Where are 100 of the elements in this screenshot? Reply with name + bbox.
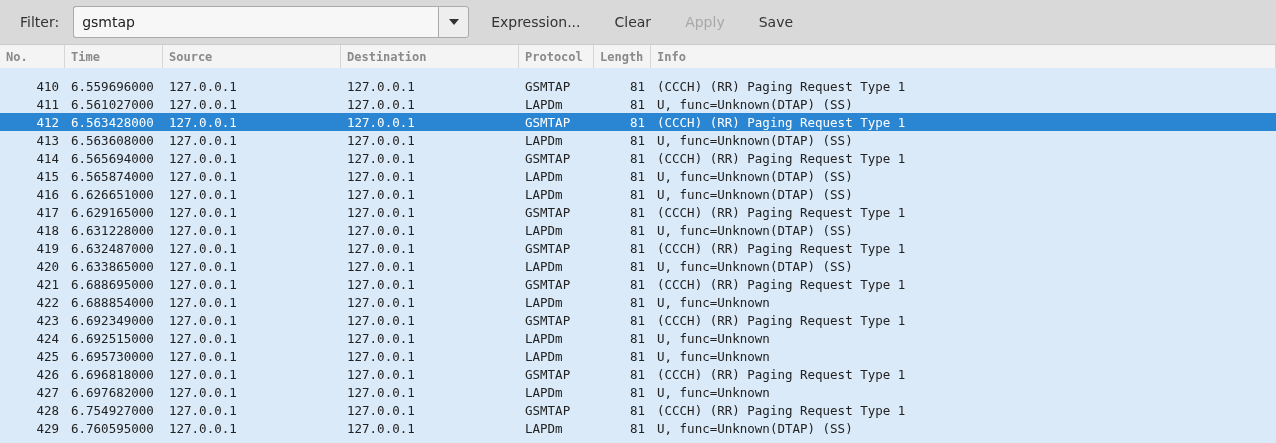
table-cell-text: 6.631228000: [70, 222, 155, 238]
table-cell-text: U, func=Unknown(DTAP) (SS): [656, 132, 854, 148]
table-cell-text: LAPDm: [524, 258, 564, 274]
table-cell-text: 81: [628, 186, 646, 202]
table-cell-text: 127.0.0.1: [346, 420, 416, 436]
table-cell-text: 127.0.0.1: [168, 276, 238, 292]
table-cell-text: LAPDm: [524, 294, 564, 310]
table-cell-text: LAPDm: [524, 186, 564, 202]
table-cell-text: U, func=Unknown(DTAP) (SS): [656, 168, 854, 184]
filter-field[interactable]: gsmtap: [73, 6, 439, 38]
table-cell-text: 6.692515000: [70, 330, 155, 346]
table-cell-text: 127.0.0.1: [346, 384, 416, 400]
table-cell-text: 422: [35, 294, 60, 310]
table-cell-text: 6.688854000: [70, 294, 155, 310]
table-cell-text: 127.0.0.1: [168, 402, 238, 418]
table-cell-text: (CCCH) (RR) Paging Request Type 1: [656, 276, 907, 292]
table-cell-text: 416: [35, 186, 60, 202]
toolbar-button[interactable]: Clear: [600, 10, 666, 34]
table-cell-text: 81: [628, 402, 646, 418]
table-cell-text: 127.0.0.1: [346, 240, 416, 256]
table-cell-text: 81: [628, 330, 646, 346]
dropdown-button[interactable]: [438, 6, 470, 38]
table-cell-text: 127.0.0.1: [346, 168, 416, 184]
table-cell-text: LAPDm: [524, 348, 564, 364]
table-cell-text: 127.0.0.1: [346, 204, 416, 220]
table-cell-text: (CCCH) (RR) Paging Request Type 1: [656, 150, 907, 166]
table-cell-text: 419: [35, 240, 60, 256]
table-cell-text: LAPDm: [524, 168, 564, 184]
table-cell-text: 411: [35, 96, 60, 112]
table-cell-text: 81: [628, 150, 646, 166]
toolbar-button[interactable]: Expression...: [477, 10, 595, 34]
table-cell-text: 6.697682000: [70, 384, 155, 400]
table-cell-text: 415: [35, 168, 60, 184]
table-cell-text: GSMTAP: [524, 204, 572, 220]
caret-icon: [448, 19, 459, 25]
table-cell-text: 420: [35, 258, 60, 274]
table-cell-text: 6.760595000: [70, 420, 155, 436]
table-cell-text: LAPDm: [524, 96, 564, 112]
table-cell-text: 426: [35, 366, 60, 382]
table-cell-text: 127.0.0.1: [346, 78, 416, 94]
table-cell-text: GSMTAP: [524, 276, 572, 292]
table-cell-text: 81: [628, 276, 646, 292]
table-cell-text: U, func=Unknown(DTAP) (SS): [656, 222, 854, 238]
table-cell-text: 429: [35, 420, 60, 436]
toolbar-button[interactable]: Save: [744, 10, 808, 34]
table-cell-text: U, func=Unknown(DTAP) (SS): [656, 96, 854, 112]
table-cell-text: 81: [628, 312, 646, 328]
table-cell-text: LAPDm: [524, 222, 564, 238]
table-cell-text: 424: [35, 330, 60, 346]
table-cell-text: 127.0.0.1: [346, 96, 416, 112]
table-cell-text: 414: [35, 150, 60, 166]
table-cell-text: (CCCH) (RR) Paging Request Type 1: [656, 204, 907, 220]
table-cell-text: 127.0.0.1: [168, 150, 238, 166]
table-cell-text: 127.0.0.1: [346, 366, 416, 382]
table-cell-text: 127.0.0.1: [168, 78, 238, 94]
table-cell-text: (CCCH) (RR) Paging Request Type 1: [656, 312, 907, 328]
table-cell-text: LAPDm: [524, 384, 564, 400]
table-cell-text: 127.0.0.1: [168, 96, 238, 112]
table-cell-text: 81: [628, 222, 646, 238]
table-cell-text: 428: [35, 402, 60, 418]
table-cell-text: 127.0.0.1: [168, 222, 238, 238]
table-cell-text: GSMTAP: [524, 114, 572, 130]
table-cell-text: U, func=Unknown: [656, 294, 771, 310]
table-cell-text: 127.0.0.1: [168, 384, 238, 400]
table-cell-text: 127.0.0.1: [346, 330, 416, 346]
table-cell-text: GSMTAP: [524, 78, 572, 94]
table-cell-text: (CCCH) (RR) Paging Request Type 1: [656, 366, 907, 382]
table-cell-text: 81: [628, 348, 646, 364]
table-cell-text: 127.0.0.1: [346, 150, 416, 166]
table-cell-text: 6.696818000: [70, 366, 155, 382]
table-cell-text: 127.0.0.1: [346, 348, 416, 364]
table-cell-text: (CCCH) (RR) Paging Request Type 1: [656, 78, 907, 94]
table-cell-text: 127.0.0.1: [168, 132, 238, 148]
table-cell-text: U, func=Unknown(DTAP) (SS): [656, 186, 854, 202]
table-cell-text: 6.688695000: [70, 276, 155, 292]
table-cell-text: 127.0.0.1: [346, 312, 416, 328]
table-cell-text: 412: [35, 114, 60, 130]
packet-row[interactable]: 412 6.563428000 127.0.0.1 127.0.0.1 GSMTAP 81 (CCCH) (RR) Paging Request Type 1: [0, 113, 1276, 131]
table-cell-text: 127.0.0.1: [168, 240, 238, 256]
table-cell-text: 127.0.0.1: [346, 402, 416, 418]
table-cell-text: 413: [35, 132, 60, 148]
table-cell-text: LAPDm: [524, 420, 564, 436]
table-cell-text: 81: [628, 420, 646, 436]
table-cell-text: 127.0.0.1: [168, 114, 238, 130]
table-cell-text: U, func=Unknown: [656, 330, 771, 346]
table-cell-text: U, func=Unknown: [656, 348, 771, 364]
table-cell-text: 6.629165000: [70, 204, 155, 220]
table-cell-text: 127.0.0.1: [168, 330, 238, 346]
table-cell-text: 417: [35, 204, 60, 220]
table-cell-text: 127.0.0.1: [346, 258, 416, 274]
table-cell-text: 127.0.0.1: [168, 258, 238, 274]
table-cell-text: 81: [628, 294, 646, 310]
table-cell-text: 81: [628, 258, 646, 274]
table-cell-text: 425: [35, 348, 60, 364]
filter-label: Filter:: [20, 14, 60, 30]
table-cell-text: 6.563608000: [70, 132, 155, 148]
table-cell-text: 410: [35, 78, 60, 94]
table-cell-text: 127.0.0.1: [168, 312, 238, 328]
table-cell-text: U, func=Unknown: [656, 384, 771, 400]
table-cell-text: GSMTAP: [524, 150, 572, 166]
